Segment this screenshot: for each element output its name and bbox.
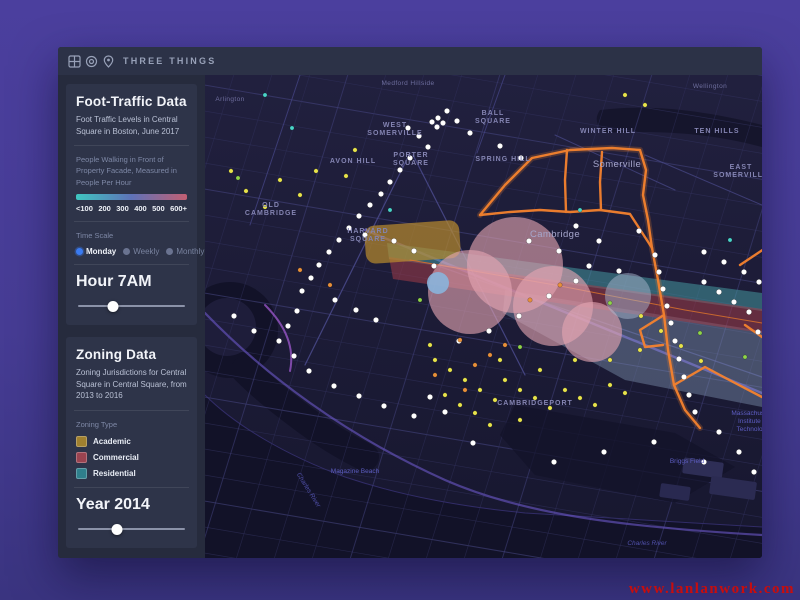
divider	[74, 264, 189, 265]
slider-thumb[interactable]	[108, 301, 119, 312]
svg-text:Somerville: Somerville	[593, 159, 641, 170]
svg-text:Wellington: Wellington	[693, 83, 727, 90]
tick: <100	[76, 204, 93, 213]
svg-text:HARVARDSQUARE: HARVARDSQUARE	[347, 228, 388, 243]
pin-icon[interactable]	[102, 55, 115, 68]
radio-dot	[123, 248, 130, 255]
svg-text:SPRING HILL: SPRING HILL	[475, 156, 530, 163]
radio-weekly[interactable]: Weekly	[123, 247, 159, 256]
tick: 400	[134, 204, 147, 213]
svg-text:Magazine Beach: Magazine Beach	[331, 468, 380, 475]
svg-text:TEN HILLS: TEN HILLS	[694, 128, 739, 135]
panel-title: Zoning Data	[76, 347, 187, 362]
radio-dot	[76, 248, 83, 255]
svg-text:Briggs Field: Briggs Field	[670, 458, 705, 465]
divider	[74, 221, 189, 222]
watermark: www.lanlanwork.com	[629, 581, 795, 598]
zoning-type-commercial: Commercial	[76, 452, 187, 463]
traffic-gradient-bar	[76, 194, 187, 200]
app-window: THREE THINGS Foot-Traffic Data Foot Traf…	[58, 47, 762, 558]
svg-text:WINTER HILL: WINTER HILL	[580, 128, 636, 135]
time-scale-label: Time Scale	[76, 230, 187, 241]
slider-track[interactable]	[78, 305, 185, 307]
app-header: THREE THINGS	[58, 47, 762, 75]
residential-swatch	[76, 468, 87, 479]
svg-text:Charles River: Charles River	[627, 540, 667, 547]
commercial-swatch	[76, 452, 87, 463]
divider	[74, 145, 189, 146]
hour-value: Hour 7AM	[76, 273, 187, 291]
map-canvas[interactable]: Medford HillsideArlingtonWellingtonWESTS…	[205, 75, 762, 558]
scale-ticks: <100 200 300 400 500 600+	[76, 204, 187, 213]
tick: 200	[98, 204, 111, 213]
panel-subtitle: Foot Traffic Levels in Central Square in…	[76, 114, 187, 137]
grid-icon[interactable]	[68, 55, 81, 68]
tick: 500	[152, 204, 165, 213]
zoning-type-label: Zoning Type	[76, 419, 187, 430]
svg-text:Cambridge: Cambridge	[530, 229, 580, 240]
year-slider[interactable]	[78, 524, 185, 534]
year-value: Year 2014	[76, 496, 187, 514]
radio-monday[interactable]: Monday	[76, 247, 116, 256]
zoning-panel: Zoning Data Zoning Jurisdictions for Cen…	[66, 337, 197, 548]
panel-subtitle: Zoning Jurisdictions for Central Square …	[76, 367, 187, 402]
radio-monthly[interactable]: Monthly	[166, 247, 204, 256]
divider	[74, 487, 189, 488]
radio-dot	[166, 248, 173, 255]
tick: 600+	[170, 204, 187, 213]
svg-text:AVON HILL: AVON HILL	[330, 158, 376, 165]
hour-slider[interactable]	[78, 301, 185, 311]
svg-text:Arlington: Arlington	[215, 96, 244, 103]
tick: 300	[116, 204, 129, 213]
brand-title: THREE THINGS	[123, 56, 216, 66]
slider-thumb[interactable]	[111, 524, 122, 535]
svg-text:Medford Hillside: Medford Hillside	[381, 80, 434, 87]
slider-track[interactable]	[78, 528, 185, 530]
city-map[interactable]: Medford HillsideArlingtonWellingtonWESTS…	[205, 75, 762, 558]
target-icon[interactable]	[85, 55, 98, 68]
foot-traffic-panel: Foot-Traffic Data Foot Traffic Levels in…	[66, 84, 197, 325]
svg-text:CAMBRIDGEPORT: CAMBRIDGEPORT	[497, 400, 573, 407]
svg-text:PORTERSQUARE: PORTERSQUARE	[393, 152, 429, 167]
time-scale-options: Monday Weekly Monthly	[76, 247, 187, 256]
academic-swatch	[76, 436, 87, 447]
zoning-type-academic: Academic	[76, 436, 187, 447]
sidebar: Foot-Traffic Data Foot Traffic Levels in…	[58, 75, 205, 558]
zoning-type-residential: Residential	[76, 468, 187, 479]
legend-label: People Walking in Front of Property Faca…	[76, 154, 187, 188]
panel-title: Foot-Traffic Data	[76, 94, 187, 109]
divider	[74, 410, 189, 411]
